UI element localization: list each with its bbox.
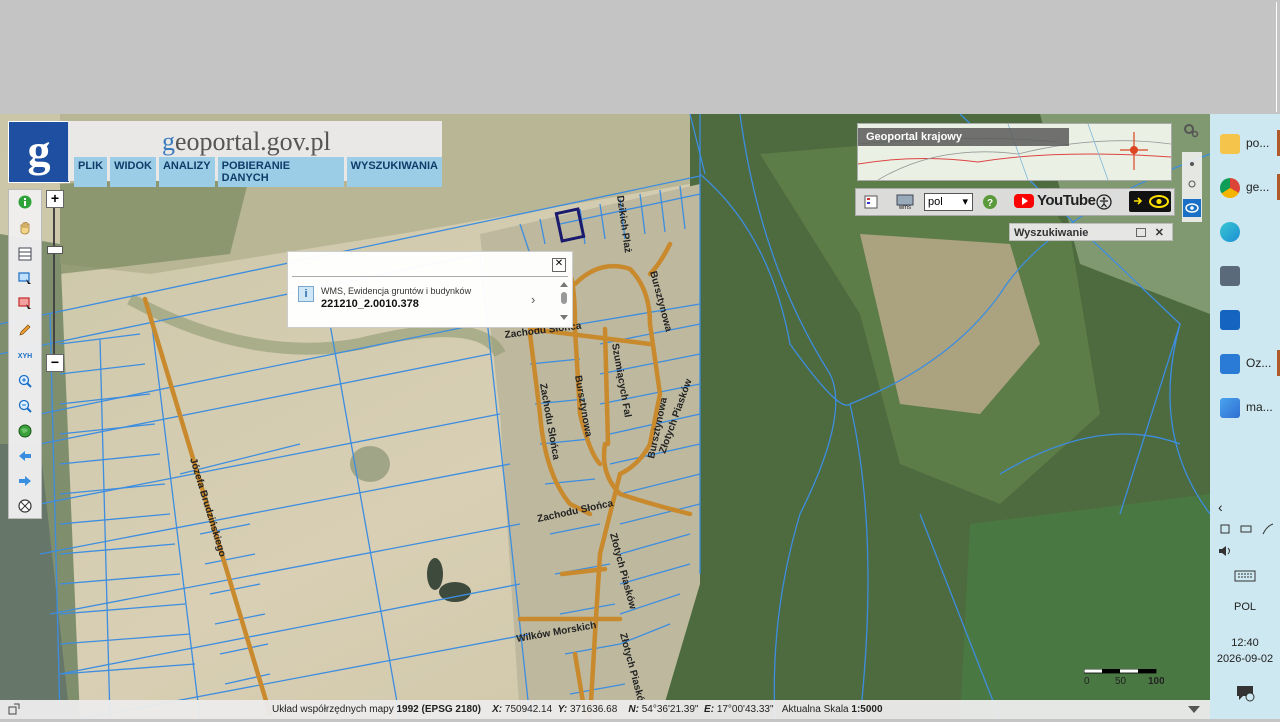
zoom-out-icon[interactable] <box>17 398 33 414</box>
layer-switcher[interactable] <box>1182 152 1202 222</box>
speaker-icon[interactable] <box>1210 544 1280 561</box>
svg-text:wms: wms <box>898 205 911 210</box>
zoom-handle[interactable] <box>47 246 63 254</box>
search-panel-title: Wyszukiwanie <box>1014 227 1089 239</box>
select-rectangle-icon[interactable] <box>17 271 33 287</box>
high-contrast-toggle[interactable] <box>1129 191 1171 212</box>
popup-close-button[interactable]: ✕ <box>552 258 566 272</box>
legend-icon[interactable] <box>864 195 878 214</box>
zoom-out-button[interactable]: − <box>46 354 64 372</box>
pencil-icon[interactable] <box>17 322 33 338</box>
top-gray-bar-inner <box>2 2 1277 112</box>
svg-text:g: g <box>28 125 51 176</box>
keyboard-icon[interactable] <box>1210 569 1280 586</box>
measure-icon[interactable] <box>17 498 33 514</box>
xyh-icon[interactable]: XYH <box>17 347 33 363</box>
taskbar-app-calculator[interactable] <box>1210 258 1280 292</box>
photos-icon <box>1220 398 1240 418</box>
language-indicator[interactable]: POL <box>1210 601 1280 613</box>
menu-analizy[interactable]: ANALIZY <box>158 157 215 187</box>
popup-source: WMS, Ewidencja gruntów i budynków <box>321 286 472 296</box>
document-icon <box>1220 354 1240 374</box>
chevron-down-icon: ▾ <box>962 196 968 208</box>
geoportal-logo[interactable]: g <box>8 121 70 183</box>
store-icon <box>1220 310 1240 330</box>
svg-text:50: 50 <box>1115 676 1127 687</box>
scale-bar: 0 50 100m <box>1083 668 1174 699</box>
pond <box>427 558 443 590</box>
grass-patch <box>350 446 390 482</box>
left-toolbar: XYH <box>8 189 42 519</box>
window-corner-icon[interactable] <box>8 703 20 722</box>
youtube-link[interactable]: YouTube <box>1014 192 1096 209</box>
feature-info-popup: ✕ i WMS, Ewidencja gruntów i budynków 22… <box>287 251 573 328</box>
language-select[interactable]: pol ▾ <box>924 193 973 211</box>
info-icon[interactable] <box>17 194 33 210</box>
menu-widok[interactable]: WIDOK <box>110 157 156 187</box>
chrome-icon <box>1220 178 1240 198</box>
popup-next-button[interactable]: › <box>531 292 535 307</box>
status-bar: Układ współrzędnych mapy 1992 (EPSG 2180… <box>0 700 1210 719</box>
help-icon[interactable]: ? <box>982 194 998 215</box>
forward-arrow-icon[interactable] <box>17 473 33 489</box>
notification-icon[interactable] <box>1210 684 1280 705</box>
service-iconbar: wms pol ▾ ? YouTube <box>855 188 1175 216</box>
zoom-track <box>53 208 55 356</box>
coordinate-readout: Układ współrzędnych mapy 1992 (EPSG 2180… <box>272 704 883 715</box>
zoom-in-icon[interactable] <box>17 373 33 389</box>
accessibility-icon[interactable] <box>1096 194 1112 215</box>
youtube-play-icon <box>1014 193 1034 208</box>
site-title: geoportal.gov.pl <box>162 127 331 156</box>
settings-gear-icon[interactable] <box>1182 122 1200 145</box>
zoom-in-button[interactable]: + <box>46 190 64 208</box>
zoom-slider[interactable]: + − <box>46 190 64 372</box>
show-hidden-chevron-icon[interactable]: ‹ <box>1210 499 1280 515</box>
taskbar-app-folder[interactable]: po... <box>1210 126 1280 160</box>
select-delete-icon[interactable] <box>17 296 33 312</box>
map-viewport[interactable]: Józefa Brudzińskiego Zachodu Słońca Zach… <box>0 114 1210 719</box>
calculator-icon <box>1220 266 1240 286</box>
minimap-label: Geoportal krajowy <box>858 128 1069 146</box>
taskbar-app-store[interactable] <box>1210 302 1280 336</box>
menu-pobieranie-danych[interactable]: POBIERANIE DANYCH <box>217 157 344 187</box>
globe-icon[interactable] <box>17 423 33 439</box>
taskbar-app-document[interactable]: Oz... <box>1210 346 1280 380</box>
logo-g-icon: g <box>13 125 65 178</box>
overview-minimap[interactable]: Geoportal krajowy <box>857 123 1172 181</box>
svg-text:0: 0 <box>1084 676 1090 687</box>
top-gray-bar <box>0 0 1280 114</box>
svg-text:100m: 100m <box>1148 676 1164 687</box>
menu-plik[interactable]: PLIK <box>74 157 108 187</box>
status-dropdown-icon[interactable] <box>1188 706 1200 713</box>
tray-icons[interactable] <box>1210 522 1280 539</box>
taskbar-app-chrome[interactable]: ge... <box>1210 170 1280 204</box>
taskbar-app-photos[interactable]: ma... <box>1210 390 1280 424</box>
clock-time[interactable]: 12:40 <box>1210 637 1280 649</box>
pan-hand-icon[interactable] <box>17 220 33 236</box>
windows-taskbar: po... ge... Oz... ma... ‹ POL 12:40 2026… <box>1210 114 1280 719</box>
table-icon[interactable] <box>17 246 33 262</box>
menu-wyszukiwania[interactable]: WYSZUKIWANIA <box>346 157 442 187</box>
taskbar-app-edge[interactable] <box>1210 214 1280 248</box>
close-icon[interactable]: ✕ <box>1155 224 1164 242</box>
main-menu: PLIK WIDOK ANALIZY POBIERANIE DANYCH WYS… <box>74 157 442 187</box>
popup-scrollbar[interactable] <box>560 282 568 320</box>
header-panel: geoportal.gov.pl PLIK WIDOK ANALIZY POBI… <box>68 121 442 187</box>
back-arrow-icon[interactable] <box>17 448 33 464</box>
edge-icon <box>1220 222 1240 242</box>
popup-divider <box>292 276 568 277</box>
svg-text:?: ? <box>987 198 993 209</box>
wms-icon[interactable]: wms <box>896 194 914 215</box>
clock-date[interactable]: 2026-09-02 <box>1210 653 1280 665</box>
svg-text:XYH: XYH <box>18 353 32 360</box>
maximize-icon[interactable] <box>1136 228 1146 237</box>
info-badge-icon: i <box>298 286 314 302</box>
search-panel-header[interactable]: Wyszukiwanie ✕ <box>1009 223 1173 241</box>
folder-icon <box>1220 134 1240 154</box>
popup-parcel-id: 221210_2.0010.378 <box>321 298 419 310</box>
